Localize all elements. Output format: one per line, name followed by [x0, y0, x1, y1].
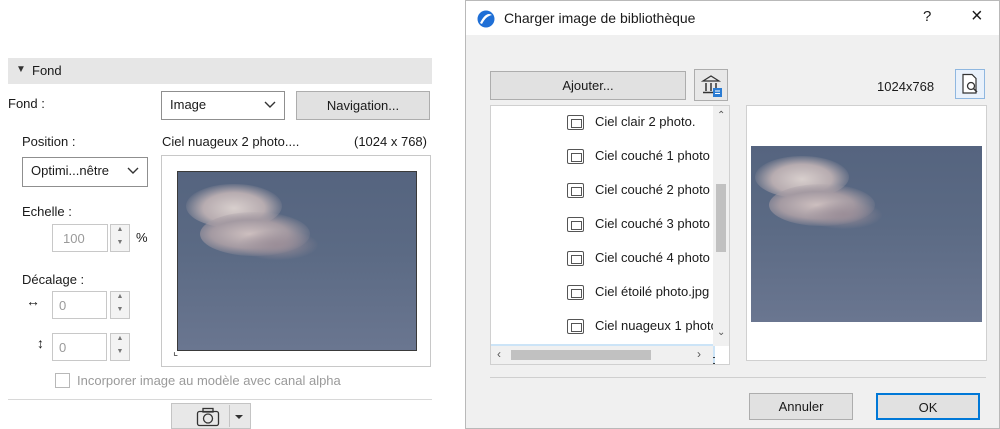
- fond-type-value: Image: [170, 97, 207, 112]
- load-library-image-dialog: Charger image de bibliothèque ? × Ajoute…: [465, 0, 1000, 429]
- horizontal-arrow-icon: ↔: [26, 293, 40, 309]
- image-file-icon: [567, 149, 584, 164]
- position-label: Position :: [22, 134, 76, 149]
- document-search-icon: [962, 73, 978, 94]
- image-preview-pane: [746, 105, 987, 361]
- section-title: Fond: [32, 63, 62, 78]
- position-value: Optimi...nêtre: [31, 163, 110, 178]
- list-item[interactable]: Ciel couché 3 photo: [491, 208, 715, 242]
- library-icon: [701, 75, 722, 97]
- scroll-left-icon[interactable]: ‹: [497, 347, 501, 361]
- image-dimensions: (1024 x 768): [354, 134, 427, 149]
- stepper-down-icon[interactable]: ▼: [111, 238, 129, 251]
- list-item-label: Ciel couché 2 photo: [595, 182, 710, 197]
- image-preview-frame: ⌞: [161, 155, 431, 367]
- image-file-icon: [567, 217, 584, 232]
- stepper-up-icon[interactable]: ▲: [111, 292, 129, 305]
- list-item-label: Ciel couché 4 photo: [595, 250, 710, 265]
- library-file-list[interactable]: Ciel clair 2 photo. Ciel couché 1 photo Ci…: [490, 105, 730, 365]
- list-item-label: Ciel couché 3 photo: [595, 216, 710, 231]
- list-item[interactable]: Ciel clair 2 photo.: [491, 106, 715, 140]
- chevron-down-icon: [264, 101, 276, 108]
- divider: [490, 377, 986, 378]
- list-item[interactable]: Ciel couché 2 photo: [491, 174, 715, 208]
- chevron-down-icon: [127, 167, 139, 174]
- list-item-label: Ciel clair 2 photo.: [595, 114, 696, 129]
- preview-toggle-button[interactable]: [955, 69, 985, 99]
- image-file-icon: [567, 115, 584, 130]
- position-select[interactable]: Optimi...nêtre: [22, 157, 148, 187]
- list-item[interactable]: Ciel couché 1 photo: [491, 140, 715, 174]
- echelle-unit: %: [136, 230, 148, 245]
- stepper-up-icon[interactable]: ▲: [111, 334, 129, 347]
- stepper-down-icon[interactable]: ▼: [111, 347, 129, 360]
- list-item-label: Ciel couché 1 photo: [595, 148, 710, 163]
- echelle-input[interactable]: 100: [52, 224, 108, 252]
- image-name: Ciel nuageux 2 photo....: [162, 134, 300, 149]
- image-preview: [751, 146, 982, 322]
- ok-button[interactable]: OK: [876, 393, 980, 420]
- alpha-channel-checkbox[interactable]: [55, 373, 70, 388]
- list-item[interactable]: Ciel étoilé photo.jpg: [491, 276, 715, 310]
- dropdown-arrow-icon: [235, 415, 243, 419]
- navigation-button[interactable]: Navigation...: [296, 91, 430, 120]
- offset-y-stepper[interactable]: ▲ ▼: [110, 333, 130, 361]
- echelle-stepper[interactable]: ▲ ▼: [110, 224, 130, 252]
- offset-x-input[interactable]: 0: [52, 291, 107, 319]
- decalage-label: Décalage :: [22, 272, 85, 287]
- list-item-label: Ciel étoilé photo.jpg: [595, 284, 710, 299]
- camera-dropdown-button[interactable]: [171, 403, 251, 429]
- fond-type-select[interactable]: Image: [161, 91, 285, 120]
- scroll-up-icon[interactable]: ⌃: [717, 110, 725, 121]
- collapse-triangle-icon[interactable]: ▼: [16, 64, 26, 75]
- stepper-up-icon[interactable]: ▲: [111, 225, 129, 238]
- list-item[interactable]: Ciel couché 4 photo: [491, 242, 715, 276]
- add-button[interactable]: Ajouter...: [490, 71, 686, 100]
- image-file-icon: [567, 251, 584, 266]
- horizontal-scrollbar[interactable]: ‹ ›: [491, 346, 713, 364]
- section-header-fond[interactable]: ▼ Fond: [8, 58, 432, 84]
- image-file-icon: [567, 285, 584, 300]
- image-file-icon: [567, 319, 584, 334]
- offset-y-value: 0: [59, 340, 67, 355]
- vertical-scrollbar[interactable]: ⌃ ⌄: [713, 106, 729, 346]
- offset-y-input[interactable]: 0: [52, 333, 107, 361]
- echelle-label: Echelle :: [22, 204, 72, 219]
- scrollbar-thumb[interactable]: [716, 184, 726, 252]
- alpha-channel-label: Incorporer image au modèle avec canal al…: [77, 373, 341, 388]
- dialog-title: Charger image de bibliothèque: [504, 10, 696, 26]
- offset-x-value: 0: [59, 298, 67, 313]
- cancel-button[interactable]: Annuler: [749, 393, 853, 420]
- archicad-logo-icon: [477, 10, 495, 28]
- vertical-arrow-icon: ↕: [37, 335, 44, 351]
- library-manager-button[interactable]: [694, 69, 728, 101]
- close-button[interactable]: ×: [971, 5, 983, 28]
- divider: [8, 399, 432, 400]
- image-preview: [177, 171, 417, 351]
- divider: [229, 405, 230, 427]
- scrollbar-thumb[interactable]: [511, 350, 651, 360]
- list-item[interactable]: Ciel nuageux 1 photo: [491, 310, 715, 344]
- preview-image-size: 1024x768: [877, 79, 935, 94]
- fond-settings-panel: ▼ Fond Fond : Image Navigation... Positi…: [0, 0, 432, 429]
- help-button[interactable]: ?: [923, 8, 931, 25]
- image-file-icon: [567, 183, 584, 198]
- echelle-value: 100: [63, 231, 85, 246]
- camera-icon: [196, 407, 220, 427]
- list-item-label: Ciel nuageux 1 photo: [595, 318, 715, 333]
- scroll-right-icon[interactable]: ›: [697, 347, 701, 361]
- stepper-down-icon[interactable]: ▼: [111, 305, 129, 318]
- fond-label: Fond :: [8, 96, 45, 111]
- resize-handle-icon[interactable]: ⌞: [173, 345, 178, 358]
- scroll-down-icon[interactable]: ⌄: [717, 327, 725, 338]
- dialog-titlebar[interactable]: Charger image de bibliothèque ? ×: [466, 1, 999, 35]
- offset-x-stepper[interactable]: ▲ ▼: [110, 291, 130, 319]
